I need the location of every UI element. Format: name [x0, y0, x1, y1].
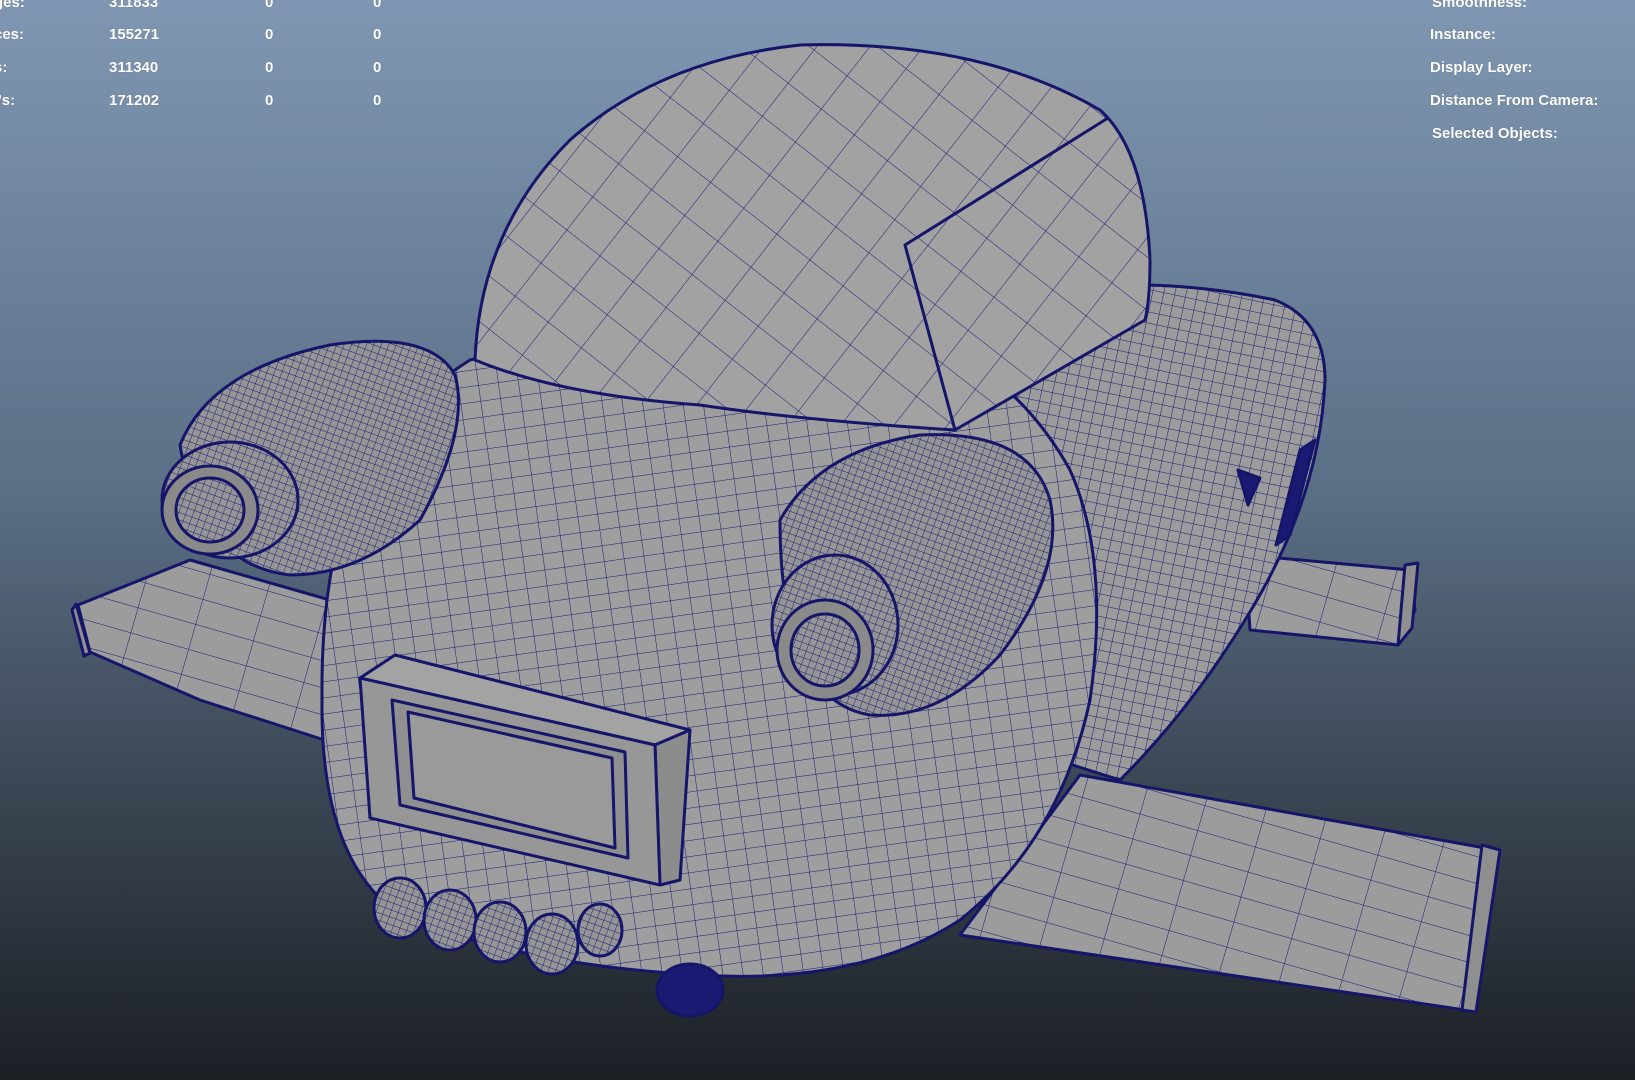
- hud-label: Instance:: [1430, 26, 1496, 43]
- hud-selected-value: 0: [265, 26, 274, 43]
- hud-total-value: 311340: [109, 59, 159, 76]
- hud-component-value: 0: [373, 59, 382, 76]
- hud-label: /'s:: [0, 92, 16, 109]
- hud-selected-value: 0: [265, 0, 274, 11]
- hud-label: Distance From Camera:: [1430, 92, 1599, 109]
- hud-selected-value: 0: [265, 59, 274, 76]
- hud-component-value: 0: [373, 26, 382, 43]
- maya-viewport[interactable]: ges: 311833 0 0 ces: 155271 0 0 s: 31134…: [0, 0, 1635, 1080]
- hud-total-value: 311833: [109, 0, 159, 11]
- hud-component-value: 0: [373, 92, 382, 109]
- hud-component-value: 0: [373, 0, 382, 11]
- hud-label: s:: [0, 59, 8, 76]
- hud-total-value: 155271: [109, 26, 160, 43]
- hud-selected-value: 0: [265, 92, 274, 109]
- hud-label: ges:: [0, 0, 25, 11]
- viewport-canvas[interactable]: [0, 0, 1635, 1080]
- hud-label: ces:: [0, 26, 25, 43]
- hud-label: Smoothness:: [1432, 0, 1528, 11]
- hud-label: Display Layer:: [1430, 59, 1533, 76]
- hud-total-value: 171202: [109, 92, 160, 109]
- hud-label: Selected Objects:: [1432, 125, 1558, 142]
